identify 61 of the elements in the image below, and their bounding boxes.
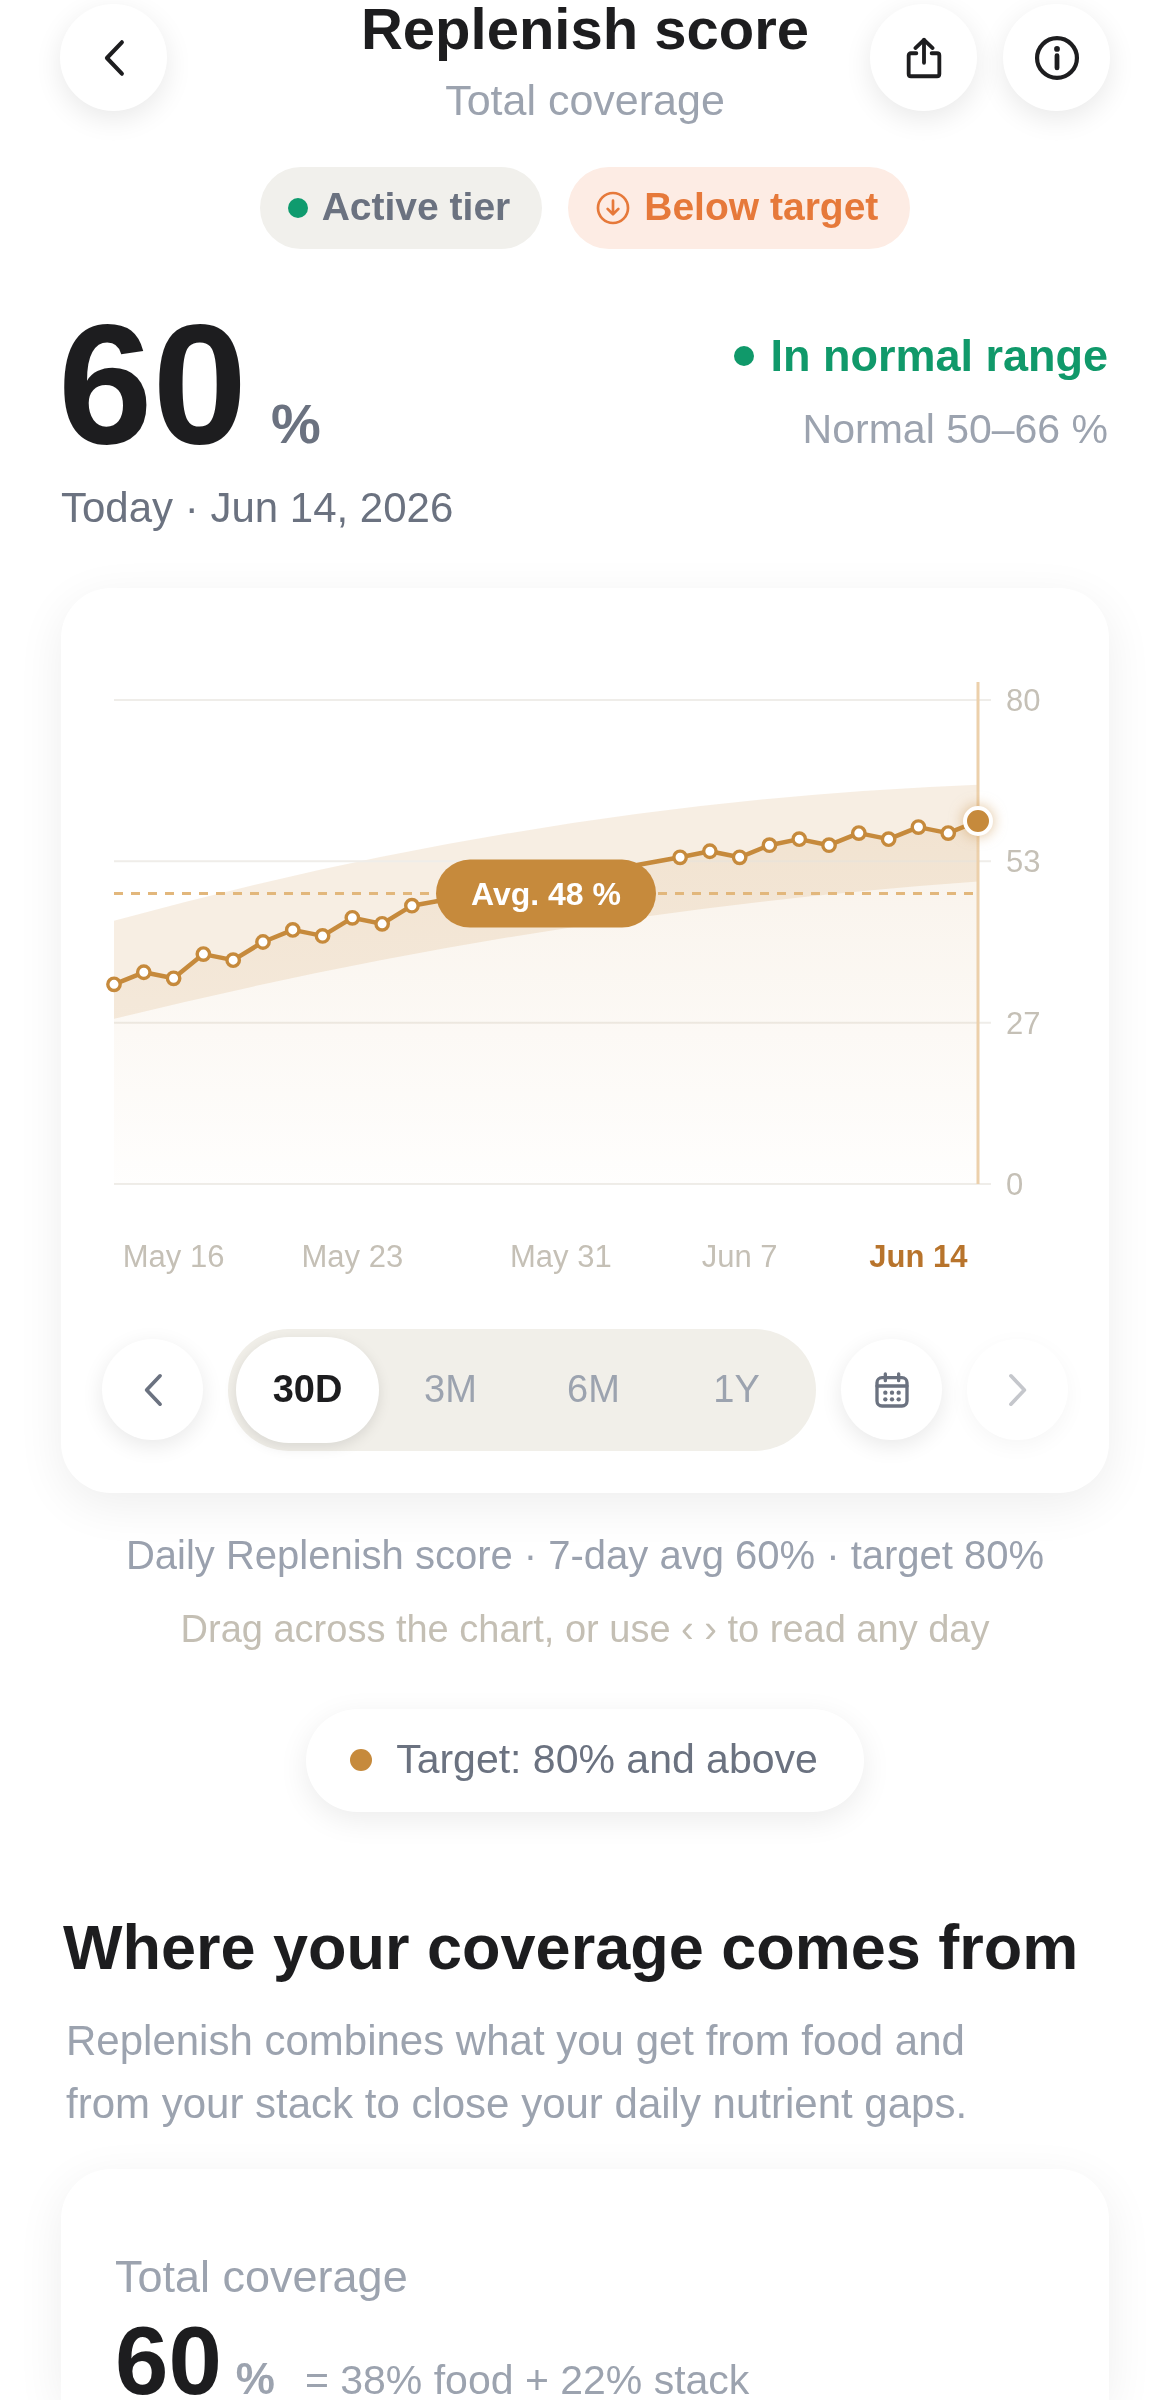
target-label: Target: 80% and above xyxy=(396,1735,818,1785)
period-tab[interactable]: 3M xyxy=(379,1337,522,1443)
data-point xyxy=(374,915,391,932)
axis-label: Jun 7 xyxy=(701,1239,778,1274)
chevron-left-icon xyxy=(142,1373,163,1407)
chip-label: Active tier xyxy=(321,184,511,231)
arrow-down-circle-icon xyxy=(596,190,631,225)
range-label: Normal 50–66 % xyxy=(802,404,1108,454)
data-point xyxy=(672,849,688,866)
data-point xyxy=(314,928,331,944)
status-dot-icon xyxy=(734,345,755,366)
score-unit: % xyxy=(271,390,321,457)
axis-label: Jun 14 xyxy=(869,1239,968,1274)
data-point xyxy=(791,831,808,848)
section-text: Replenish combines what you get from food and from your stack to close your daily nutrient gaps. xyxy=(66,2016,969,2130)
chevron-right-icon xyxy=(1007,1373,1028,1407)
coverage-breakdown: = 38% food + 22% stack xyxy=(304,2362,750,2399)
coverage-value: 60 xyxy=(115,2324,222,2399)
caption-text: Daily Replenish score · 7-day avg 60% · target 80% xyxy=(125,1532,1045,1579)
hint-text: Drag across the chart, or use ‹ › to read any day xyxy=(180,1607,990,1652)
axis-label: May 16 xyxy=(122,1239,225,1274)
data-point xyxy=(225,952,242,969)
chip-label: Below target xyxy=(644,184,879,231)
data-point xyxy=(284,921,301,938)
axis-label: 53 xyxy=(1006,844,1041,880)
data-point xyxy=(195,946,212,962)
status-label: In normal range xyxy=(770,328,1108,383)
period-tab[interactable]: 1Y xyxy=(665,1337,808,1443)
axis-label: 0 xyxy=(1006,1167,1024,1202)
data-point xyxy=(910,819,927,835)
ref-line-label: Avg. 48 % xyxy=(471,875,621,912)
dot-icon xyxy=(350,1749,373,1772)
axis-label: 27 xyxy=(1006,1005,1041,1041)
chevron-left-icon xyxy=(102,38,125,77)
date-label: Today · Jun 14, 2026 xyxy=(61,482,454,533)
data-point xyxy=(821,837,837,854)
data-point xyxy=(255,934,271,950)
period-tab[interactable]: 6M xyxy=(522,1337,665,1443)
dot-icon xyxy=(287,197,308,218)
data-point xyxy=(106,976,122,993)
data-point xyxy=(165,970,182,987)
data-point xyxy=(701,843,718,860)
data-point xyxy=(940,825,957,841)
data-point xyxy=(761,837,778,854)
period-tab[interactable]: 30D xyxy=(236,1337,379,1443)
data-point xyxy=(880,831,897,848)
data-point xyxy=(731,849,748,866)
axis-label: May 23 xyxy=(301,1239,404,1274)
coverage-unit: % xyxy=(235,2359,275,2399)
axis-label: May 31 xyxy=(510,1239,612,1274)
score-value: 60 xyxy=(58,298,248,469)
data-point xyxy=(135,964,152,981)
data-point xyxy=(850,825,867,841)
data-point xyxy=(404,897,420,914)
coverage-label: Total coverage xyxy=(115,2250,408,2305)
data-point xyxy=(344,909,361,926)
info-icon xyxy=(1033,34,1080,81)
page-subtitle: Total coverage xyxy=(445,75,725,126)
section-title: Where your coverage comes from xyxy=(63,1910,1079,1984)
average-label: Avg. 48 % xyxy=(436,859,656,928)
axis-label: 80 xyxy=(1006,683,1041,718)
